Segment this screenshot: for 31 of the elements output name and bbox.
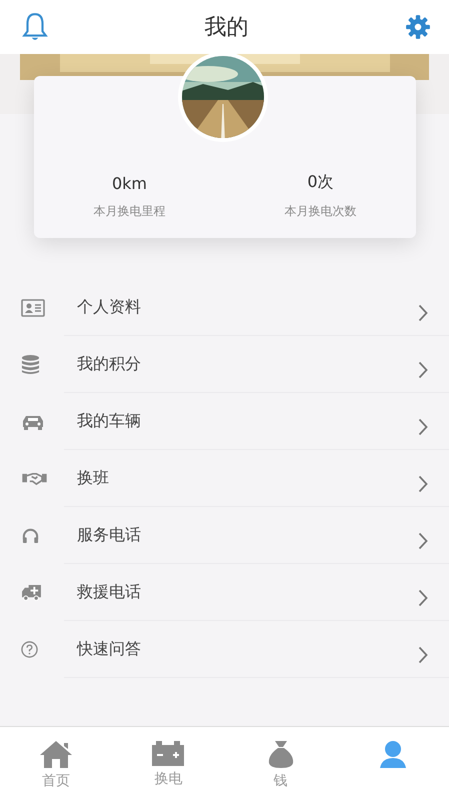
menu-item[interactable]: 快速问答: [0, 621, 449, 678]
battery-icon: [151, 739, 186, 767]
menu-item[interactable]: 服务电话: [0, 507, 449, 564]
page-title: 我的: [204, 14, 248, 42]
car-icon: [21, 414, 45, 430]
help-icon: [21, 641, 38, 658]
stat-value: 0km: [112, 174, 148, 193]
headphones-icon: [21, 527, 40, 544]
menu-item[interactable]: 我的车辆: [0, 393, 449, 450]
handshake-icon: [21, 471, 48, 486]
stat-label: 本月换电里程: [94, 203, 166, 220]
coin-stack-icon: [21, 354, 40, 375]
notification-bell-icon[interactable]: [22, 12, 48, 42]
home-icon: [39, 739, 74, 769]
settings-icon[interactable]: [405, 14, 431, 40]
menu-item[interactable]: 我的积分: [0, 336, 449, 393]
chevron-right-icon: [418, 588, 428, 606]
menu-item[interactable]: 个人资料: [0, 279, 449, 336]
ambulance-icon: [21, 584, 42, 601]
user-icon: [378, 739, 408, 769]
stat-value: 0次: [307, 172, 334, 193]
chevron-right-icon: [418, 360, 428, 378]
menu-item[interactable]: 换班: [0, 450, 449, 507]
stat-label: 本月换电次数: [284, 203, 356, 220]
chevron-right-icon: [418, 304, 428, 322]
menu-item[interactable]: 救援电话: [0, 564, 449, 621]
chevron-right-icon: [418, 646, 428, 664]
chevron-right-icon: [418, 418, 428, 436]
chevron-right-icon: [418, 474, 428, 492]
id-card-icon: [21, 298, 45, 316]
chevron-right-icon: [418, 532, 428, 550]
